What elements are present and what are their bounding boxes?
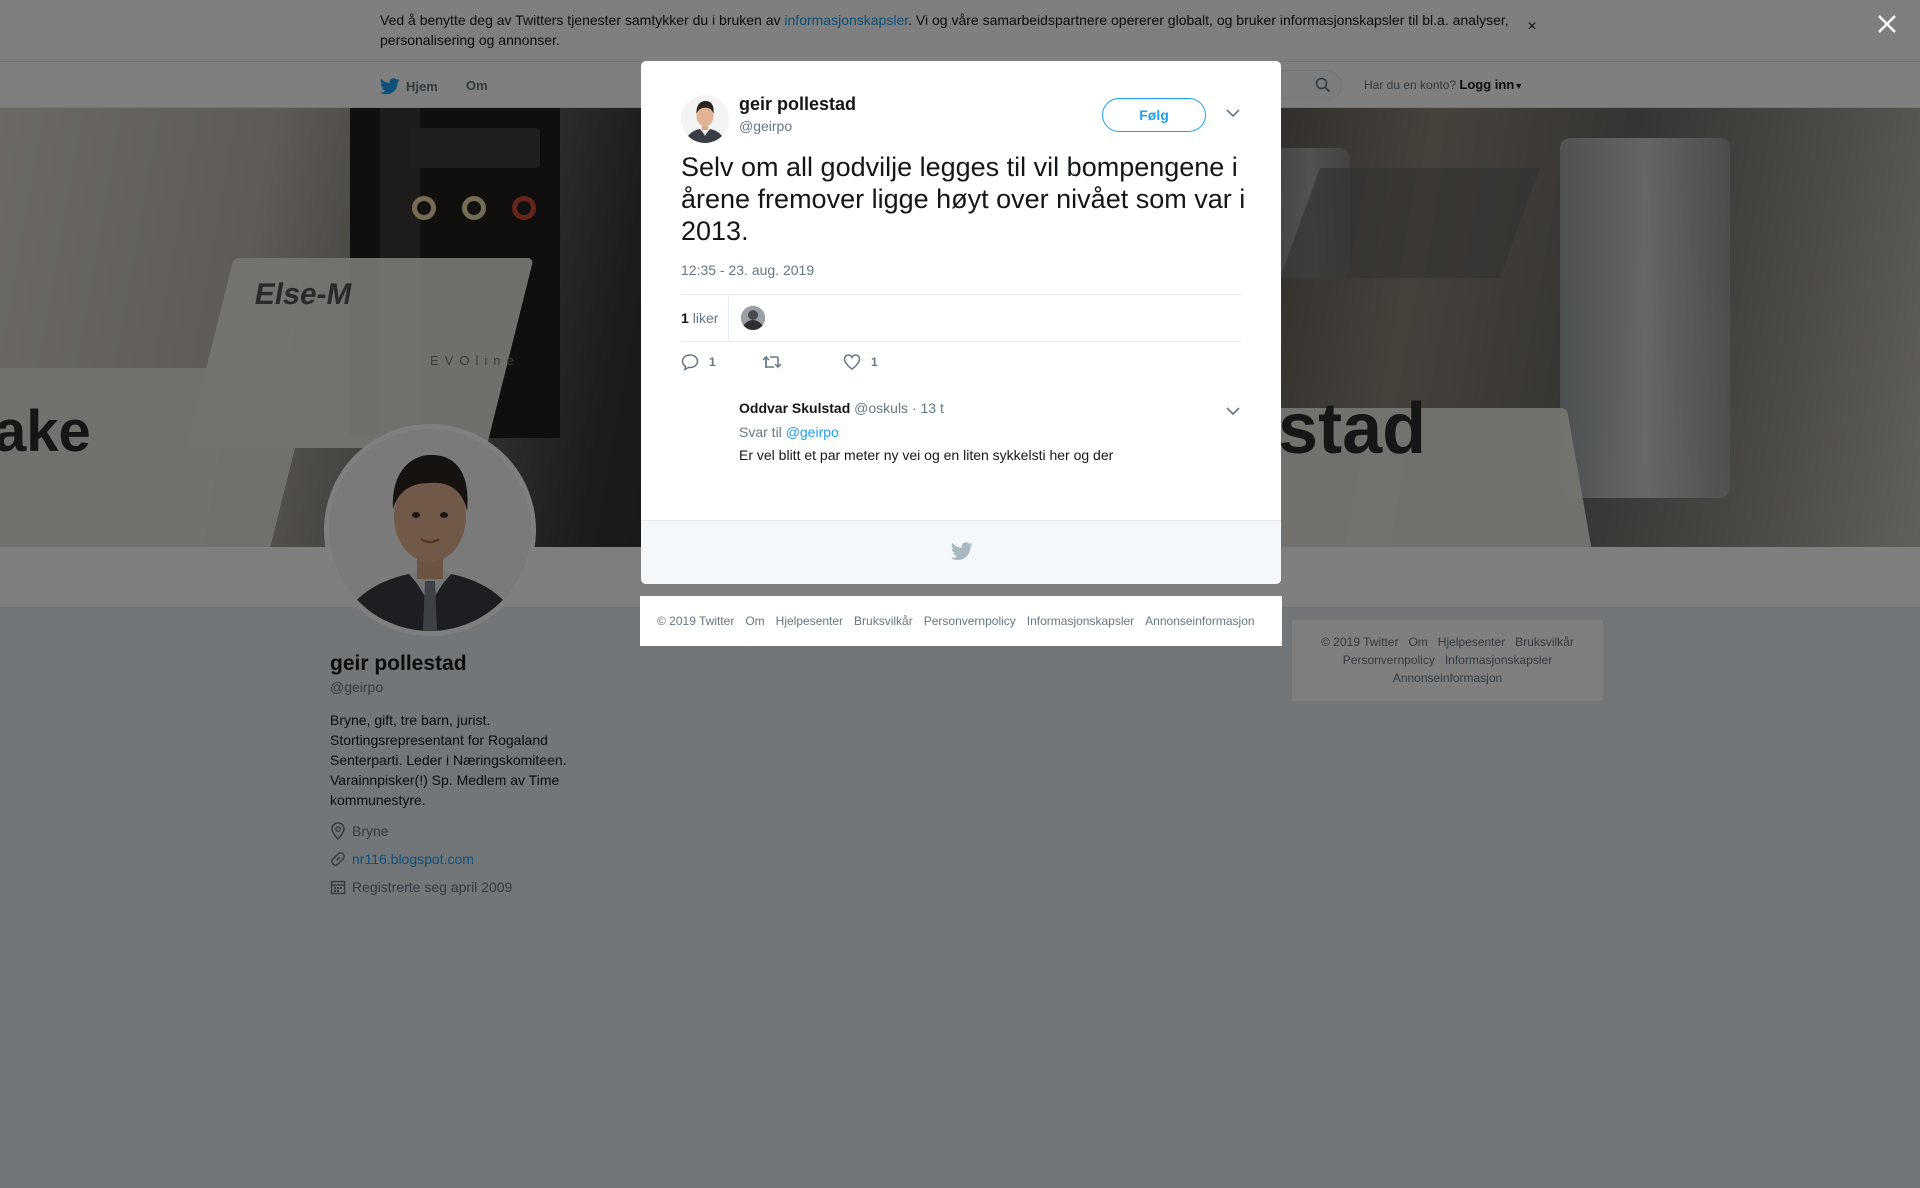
tweet-text: Selv om all godvilje legges til vil bomp… xyxy=(681,152,1246,246)
author-photo xyxy=(681,95,729,143)
author-name[interactable]: geir pollestad xyxy=(739,93,856,115)
reply-count: 1 xyxy=(709,355,716,369)
liker-photo xyxy=(741,306,765,330)
footer-link-terms[interactable]: Bruksvilkår xyxy=(854,614,913,628)
twitter-bird-icon xyxy=(951,542,973,561)
footer-link-cookies[interactable]: Informasjonskapsler xyxy=(1027,614,1134,628)
retweet-action[interactable] xyxy=(762,352,792,372)
reply-time[interactable]: 13 t xyxy=(921,400,944,416)
reply-header: Oddvar Skulstad @oskuls · 13 t xyxy=(739,399,944,417)
footer-link-about[interactable]: Om xyxy=(745,614,764,628)
chevron-down-icon[interactable] xyxy=(1225,403,1241,419)
reply-to-label: Svar til xyxy=(739,424,782,440)
like-action[interactable]: 1 xyxy=(843,352,878,372)
retweet-icon xyxy=(762,355,782,369)
tweet-timestamp[interactable]: 12:35 - 23. aug. 2019 xyxy=(681,261,814,279)
tweet-stats: 1 liker xyxy=(681,294,1241,342)
footer-copyright: © 2019 Twitter xyxy=(657,614,735,628)
footer-link-ads[interactable]: Annonseinformasjon xyxy=(1145,614,1254,628)
reply-author-name[interactable]: Oddvar Skulstad xyxy=(739,400,850,416)
reply-text: Er vel blitt et par meter ny vei og en l… xyxy=(739,447,1114,463)
reply-icon xyxy=(681,354,699,371)
reply-to-handle[interactable]: @geirpo xyxy=(786,424,839,440)
likes-count[interactable]: 1 liker xyxy=(681,295,730,341)
heart-icon xyxy=(843,354,861,370)
tweet-modal: geir pollestad @geirpo Følg Selv om all … xyxy=(641,61,1281,584)
likes-number: 1 xyxy=(681,310,689,326)
liker-avatar[interactable] xyxy=(741,306,765,330)
modal-footer xyxy=(641,520,1281,584)
reply-action[interactable]: 1 xyxy=(681,352,716,372)
chevron-down-icon[interactable] xyxy=(1225,105,1241,121)
likes-label: liker xyxy=(692,310,719,326)
like-count: 1 xyxy=(871,355,878,369)
reply-separator: · xyxy=(911,400,917,416)
follow-button[interactable]: Følg xyxy=(1102,98,1206,132)
reply-to: Svar til @geirpo xyxy=(739,423,839,441)
reply-author-handle[interactable]: @oskuls xyxy=(854,400,908,416)
modal-footer-links: © 2019 Twitter Om Hjelpesenter Bruksvilk… xyxy=(640,596,1282,646)
footer-link-help[interactable]: Hjelpesenter xyxy=(776,614,843,628)
footer-link-privacy[interactable]: Personvernpolicy xyxy=(924,614,1016,628)
author-handle[interactable]: @geirpo xyxy=(739,117,792,135)
close-icon[interactable] xyxy=(1875,12,1899,36)
author-avatar[interactable] xyxy=(681,95,729,143)
